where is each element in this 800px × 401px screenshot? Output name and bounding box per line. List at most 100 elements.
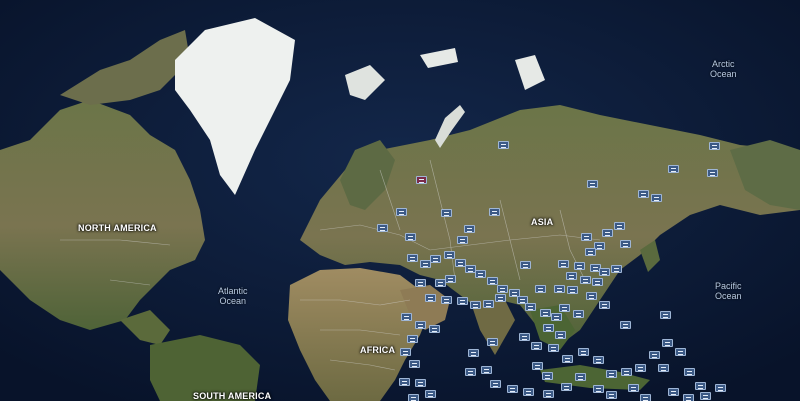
camera-marker-icon[interactable] xyxy=(415,279,426,287)
camera-marker-icon[interactable] xyxy=(416,176,427,184)
camera-marker-icon[interactable] xyxy=(487,338,498,346)
camera-marker-icon[interactable] xyxy=(567,286,578,294)
camera-marker-icon[interactable] xyxy=(540,309,551,317)
camera-marker-icon[interactable] xyxy=(470,301,481,309)
camera-marker-icon[interactable] xyxy=(523,388,534,396)
camera-marker-icon[interactable] xyxy=(468,349,479,357)
camera-marker-icon[interactable] xyxy=(662,339,673,347)
camera-marker-icon[interactable] xyxy=(675,348,686,356)
camera-marker-icon[interactable] xyxy=(464,225,475,233)
camera-marker-icon[interactable] xyxy=(407,335,418,343)
camera-marker-icon[interactable] xyxy=(593,356,604,364)
camera-marker-icon[interactable] xyxy=(430,255,441,263)
camera-marker-icon[interactable] xyxy=(532,362,543,370)
camera-marker-icon[interactable] xyxy=(593,385,604,393)
camera-marker-icon[interactable] xyxy=(658,364,669,372)
camera-marker-icon[interactable] xyxy=(495,294,506,302)
camera-marker-icon[interactable] xyxy=(531,342,542,350)
camera-marker-icon[interactable] xyxy=(548,344,559,352)
camera-marker-icon[interactable] xyxy=(558,260,569,268)
camera-marker-icon[interactable] xyxy=(441,296,452,304)
satellite-map[interactable]: NORTH AMERICA ASIA AFRICA SOUTH AMERICA … xyxy=(0,0,800,401)
camera-marker-icon[interactable] xyxy=(535,285,546,293)
camera-marker-icon[interactable] xyxy=(555,331,566,339)
camera-marker-icon[interactable] xyxy=(599,301,610,309)
camera-marker-icon[interactable] xyxy=(542,372,553,380)
camera-marker-icon[interactable] xyxy=(695,382,706,390)
camera-marker-icon[interactable] xyxy=(551,313,562,321)
camera-marker-icon[interactable] xyxy=(457,297,468,305)
camera-marker-icon[interactable] xyxy=(668,388,679,396)
camera-marker-icon[interactable] xyxy=(640,394,651,401)
camera-marker-icon[interactable] xyxy=(602,229,613,237)
camera-marker-icon[interactable] xyxy=(587,180,598,188)
camera-marker-icon[interactable] xyxy=(497,285,508,293)
camera-marker-icon[interactable] xyxy=(599,268,610,276)
camera-marker-icon[interactable] xyxy=(561,383,572,391)
camera-marker-icon[interactable] xyxy=(519,333,530,341)
camera-marker-icon[interactable] xyxy=(578,348,589,356)
camera-marker-icon[interactable] xyxy=(475,270,486,278)
camera-marker-icon[interactable] xyxy=(554,285,565,293)
camera-marker-icon[interactable] xyxy=(487,277,498,285)
camera-marker-icon[interactable] xyxy=(429,325,440,333)
camera-marker-icon[interactable] xyxy=(415,321,426,329)
camera-marker-icon[interactable] xyxy=(611,265,622,273)
camera-marker-icon[interactable] xyxy=(407,254,418,262)
camera-marker-icon[interactable] xyxy=(649,351,660,359)
camera-marker-icon[interactable] xyxy=(668,165,679,173)
camera-marker-icon[interactable] xyxy=(435,279,446,287)
camera-marker-icon[interactable] xyxy=(700,392,711,400)
camera-marker-icon[interactable] xyxy=(581,233,592,241)
camera-marker-icon[interactable] xyxy=(586,292,597,300)
camera-marker-icon[interactable] xyxy=(425,294,436,302)
camera-marker-icon[interactable] xyxy=(401,313,412,321)
camera-marker-icon[interactable] xyxy=(585,248,596,256)
camera-marker-icon[interactable] xyxy=(525,303,536,311)
camera-marker-icon[interactable] xyxy=(543,390,554,398)
camera-marker-icon[interactable] xyxy=(592,278,603,286)
camera-marker-icon[interactable] xyxy=(614,222,625,230)
camera-marker-icon[interactable] xyxy=(580,276,591,284)
camera-marker-icon[interactable] xyxy=(400,348,411,356)
camera-marker-icon[interactable] xyxy=(660,311,671,319)
camera-marker-icon[interactable] xyxy=(709,142,720,150)
camera-marker-icon[interactable] xyxy=(498,141,509,149)
camera-marker-icon[interactable] xyxy=(575,373,586,381)
camera-marker-icon[interactable] xyxy=(635,364,646,372)
camera-marker-icon[interactable] xyxy=(574,262,585,270)
camera-marker-icon[interactable] xyxy=(566,272,577,280)
camera-marker-icon[interactable] xyxy=(457,236,468,244)
camera-marker-icon[interactable] xyxy=(543,324,554,332)
camera-marker-icon[interactable] xyxy=(490,380,501,388)
camera-marker-icon[interactable] xyxy=(559,304,570,312)
camera-marker-icon[interactable] xyxy=(606,370,617,378)
camera-marker-icon[interactable] xyxy=(621,368,632,376)
camera-marker-icon[interactable] xyxy=(489,208,500,216)
camera-marker-icon[interactable] xyxy=(562,355,573,363)
camera-marker-icon[interactable] xyxy=(377,224,388,232)
camera-marker-icon[interactable] xyxy=(620,321,631,329)
camera-marker-icon[interactable] xyxy=(715,384,726,392)
camera-marker-icon[interactable] xyxy=(399,378,410,386)
camera-marker-icon[interactable] xyxy=(520,261,531,269)
camera-marker-icon[interactable] xyxy=(444,251,455,259)
camera-marker-icon[interactable] xyxy=(628,384,639,392)
camera-marker-icon[interactable] xyxy=(409,360,420,368)
camera-marker-icon[interactable] xyxy=(405,233,416,241)
camera-marker-icon[interactable] xyxy=(606,391,617,399)
camera-marker-icon[interactable] xyxy=(707,169,718,177)
camera-marker-icon[interactable] xyxy=(573,310,584,318)
camera-marker-icon[interactable] xyxy=(651,194,662,202)
camera-marker-icon[interactable] xyxy=(441,209,452,217)
camera-marker-icon[interactable] xyxy=(683,394,694,401)
camera-marker-icon[interactable] xyxy=(507,385,518,393)
camera-marker-icon[interactable] xyxy=(684,368,695,376)
camera-marker-icon[interactable] xyxy=(465,368,476,376)
camera-marker-icon[interactable] xyxy=(396,208,407,216)
camera-marker-icon[interactable] xyxy=(638,190,649,198)
camera-marker-icon[interactable] xyxy=(408,394,419,401)
camera-marker-icon[interactable] xyxy=(620,240,631,248)
camera-marker-icon[interactable] xyxy=(483,300,494,308)
camera-marker-icon[interactable] xyxy=(425,390,436,398)
